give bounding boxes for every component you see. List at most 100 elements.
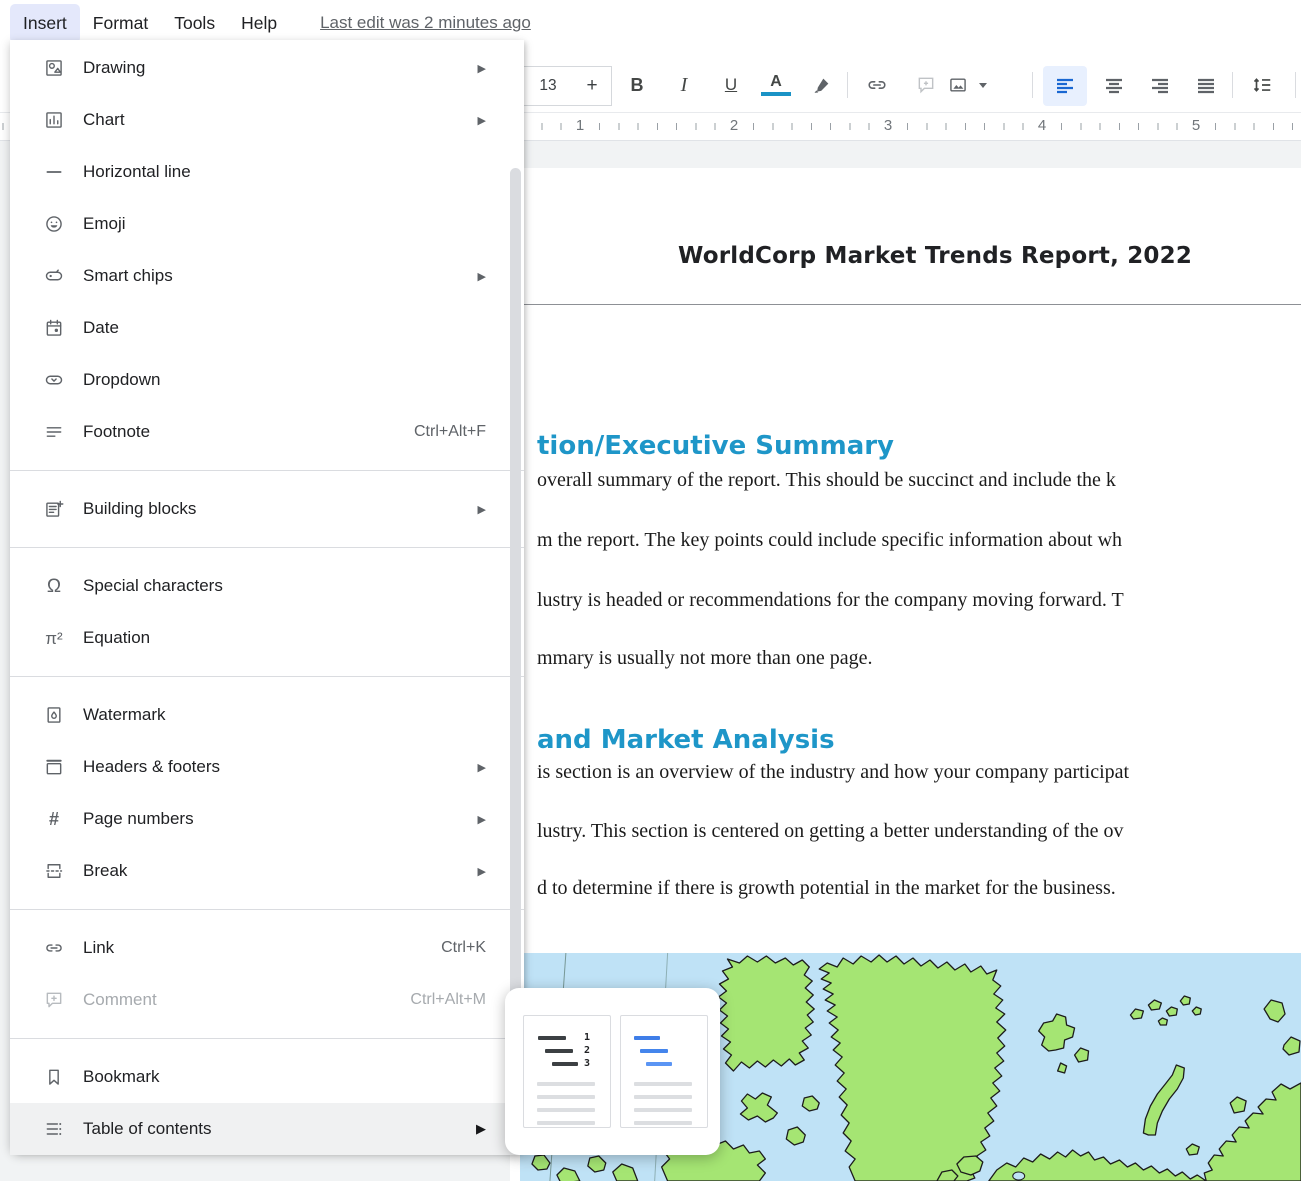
shortcut-label: Ctrl+Alt+F — [414, 423, 486, 441]
last-edit-link[interactable]: Last edit was 2 minutes ago — [320, 13, 531, 33]
break-icon — [44, 861, 64, 881]
special-characters-icon: Ω — [44, 576, 64, 596]
watermark-icon — [44, 705, 64, 725]
toc-option-with-page-numbers[interactable]: 1 2 3 — [523, 1015, 611, 1128]
menu-separator — [10, 1038, 524, 1039]
menu-item-drawing[interactable]: Drawing ▶ — [10, 42, 524, 94]
header-divider — [518, 304, 1301, 305]
building-blocks-icon — [44, 499, 64, 519]
chevron-down-icon — [979, 83, 987, 88]
menu-item-comment: Comment Ctrl+Alt+M — [10, 974, 524, 1026]
menu-item-date[interactable]: Date — [10, 302, 524, 354]
menu-item-table-of-contents[interactable]: Table of contents ▶ — [10, 1103, 524, 1155]
menu-item-headers-footers[interactable]: Headers & footers ▶ — [10, 741, 524, 793]
bookmark-icon — [44, 1067, 64, 1087]
ruler-mark: 2 — [726, 118, 742, 134]
menu-item-chart[interactable]: Chart ▶ — [10, 94, 524, 146]
menu-item-break[interactable]: Break ▶ — [10, 845, 524, 897]
submenu-arrow-icon: ▶ — [478, 761, 486, 774]
page-numbers-icon: # — [44, 809, 64, 829]
body-line: overall summary of the report. This shou… — [537, 469, 1116, 492]
toolbar-divider — [847, 72, 848, 98]
menu-item-smart-chips[interactable]: Smart chips ▶ — [10, 250, 524, 302]
toc-heading-bar — [545, 1049, 573, 1053]
app-window: WorldCorp Market Trends Report, 2022 tio… — [0, 0, 1301, 1181]
toc-text-line — [537, 1121, 595, 1125]
menu-item-equation[interactable]: π² Equation — [10, 612, 524, 664]
menu-item-link[interactable]: Link Ctrl+K — [10, 922, 524, 974]
menu-item-emoji[interactable]: Emoji — [10, 198, 524, 250]
italic-button[interactable]: I — [666, 58, 702, 112]
insert-menu: Drawing ▶ Chart ▶ Horizontal line Emoji … — [10, 40, 524, 1153]
link-icon — [866, 74, 888, 96]
toolbar-divider — [1295, 72, 1296, 98]
bold-button[interactable]: B — [619, 58, 655, 112]
date-icon — [44, 318, 64, 338]
page-number-digit: 1 — [584, 1033, 590, 1043]
headers-footers-icon — [44, 757, 64, 777]
body-line: lustry. This section is centered on gett… — [537, 820, 1124, 843]
menu-separator — [10, 909, 524, 910]
emoji-icon — [44, 214, 64, 234]
toolbar-divider — [1232, 72, 1233, 98]
menu-item-watermark[interactable]: Watermark — [10, 689, 524, 741]
ruler-mark: 1 — [572, 118, 588, 134]
body-line: m the report. The key points could inclu… — [537, 529, 1122, 552]
toc-link-bar — [646, 1062, 672, 1066]
toc-link-bar — [640, 1049, 668, 1053]
toolbar-divider — [1032, 72, 1033, 98]
menu-item-footnote[interactable]: Footnote Ctrl+Alt+F — [10, 406, 524, 458]
toc-heading-bar — [538, 1036, 566, 1040]
text-color-button[interactable]: A — [758, 58, 794, 112]
align-justify-button[interactable] — [1184, 66, 1228, 106]
ruler-mark: 3 — [880, 118, 896, 134]
image-icon — [948, 75, 968, 95]
ruler-mark: 5 — [1188, 118, 1204, 134]
line-spacing-button[interactable] — [1244, 58, 1280, 112]
menu-item-dropdown[interactable]: Dropdown — [10, 354, 524, 406]
document-title: WorldCorp Market Trends Report, 2022 — [518, 243, 1301, 269]
menu-item-bookmark[interactable]: Bookmark — [10, 1051, 524, 1103]
toc-text-line — [634, 1095, 692, 1099]
underline-button[interactable]: U — [713, 58, 749, 112]
menu-separator — [10, 470, 524, 471]
page-number-digit: 2 — [584, 1046, 590, 1056]
shortcut-label: Ctrl+Alt+M — [410, 991, 486, 1009]
menu-item-horizontal-line[interactable]: Horizontal line — [10, 146, 524, 198]
toc-link-bar — [634, 1036, 660, 1040]
toc-option-with-blue-links[interactable] — [620, 1015, 708, 1128]
align-center-icon — [1104, 76, 1124, 96]
menu-tools[interactable]: Tools — [161, 4, 228, 43]
menu-insert[interactable]: Insert — [10, 4, 80, 43]
align-left-button[interactable] — [1043, 66, 1087, 106]
highlighter-icon — [812, 75, 832, 95]
menu-item-page-numbers[interactable]: # Page numbers ▶ — [10, 793, 524, 845]
insert-link-button[interactable] — [859, 58, 895, 112]
comment-icon — [44, 990, 64, 1010]
menu-item-special-characters[interactable]: Ω Special characters — [10, 560, 524, 612]
menu-help[interactable]: Help — [228, 4, 290, 43]
toc-text-line — [634, 1121, 692, 1125]
footnote-icon — [44, 422, 64, 442]
menu-item-building-blocks[interactable]: Building blocks ▶ — [10, 483, 524, 535]
submenu-arrow-icon: ▶ — [476, 1121, 486, 1137]
increase-font-size-button[interactable]: + — [573, 66, 612, 106]
smart-chips-icon — [44, 266, 64, 286]
heading-market-analysis: and Market Analysis — [537, 725, 835, 755]
highlight-color-button[interactable] — [804, 58, 840, 112]
body-line: mmary is usually not more than one page. — [537, 647, 872, 670]
align-left-icon — [1055, 76, 1075, 96]
insert-image-dropdown[interactable] — [976, 58, 990, 112]
menu-format[interactable]: Format — [80, 4, 161, 43]
page-number-digit: 3 — [584, 1059, 590, 1069]
heading-executive-summary: tion/Executive Summary — [537, 431, 894, 461]
align-right-button[interactable] — [1138, 66, 1182, 106]
submenu-arrow-icon: ▶ — [478, 270, 486, 283]
drawing-icon — [44, 58, 64, 78]
dropdown-icon — [44, 370, 64, 390]
align-center-button[interactable] — [1092, 66, 1136, 106]
insert-image-button[interactable] — [940, 58, 976, 112]
font-size-value[interactable]: 13 — [520, 66, 576, 106]
insert-comment-button[interactable] — [908, 58, 944, 112]
line-spacing-icon — [1251, 74, 1273, 96]
